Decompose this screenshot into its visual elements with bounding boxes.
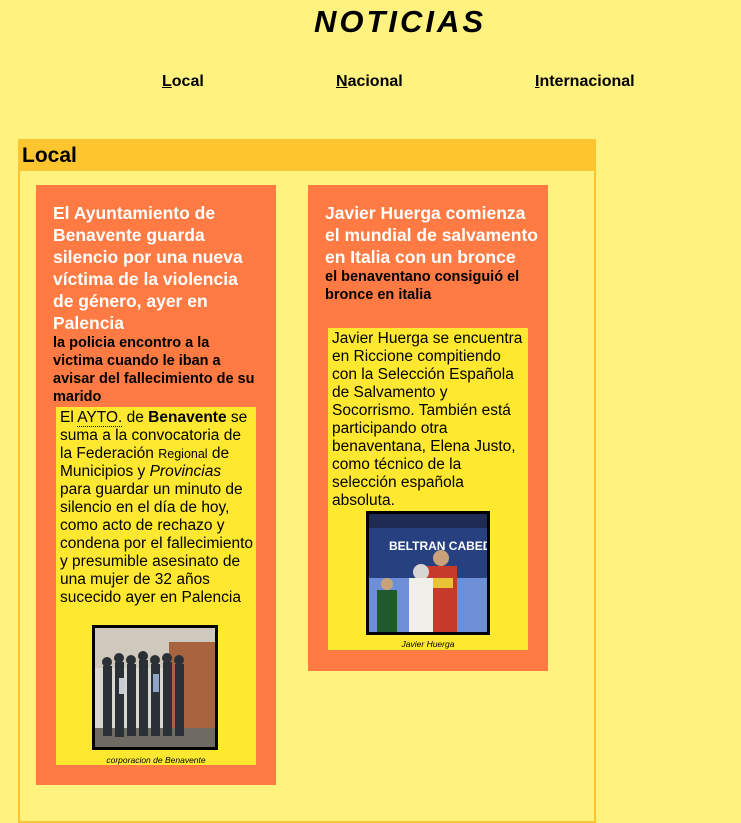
group-photo-icon [95,628,215,747]
nav-link-internacional[interactable]: Internacional [535,73,635,91]
article-subheadline: la policia encontro a la victima cuando … [53,335,255,405]
card-header: El Ayuntamiento de Benavente guarda sile… [53,202,263,406]
article-headline: Javier Huerga comienza el mundial de sal… [325,203,538,267]
news-card: Javier Huerga comienza el mundial de sal… [308,185,548,671]
image-caption: Javier Huerga [401,639,455,649]
image-caption: corporacion de Benavente [106,755,206,765]
nav-link-local[interactable]: Local [162,73,204,91]
nav-link-nacional[interactable]: Nacional [336,73,403,91]
article-body: Javier Huerga se encuentra en Riccione c… [328,328,528,650]
article-subheadline: el benaventano consiguió el bronce en it… [325,269,520,303]
article-image: BELTRAN CABEDO [366,511,501,635]
article-image [92,625,218,750]
section-header: Local [20,141,594,171]
podium-photo-icon: BELTRAN CABEDO [369,514,501,632]
local-news-section: Local El Ayuntamiento de Benavente guard… [18,139,596,823]
news-card: El Ayuntamiento de Benavente guarda sile… [36,185,276,785]
abbreviation: AYTO. [77,409,123,427]
page-title: NOTICIAS [313,4,487,39]
article-headline: El Ayuntamiento de Benavente guarda sile… [53,203,243,333]
card-header: Javier Huerga comienza el mundial de sal… [325,202,540,304]
article-body: El AYTO. de Benavente se suma a la convo… [56,407,256,765]
